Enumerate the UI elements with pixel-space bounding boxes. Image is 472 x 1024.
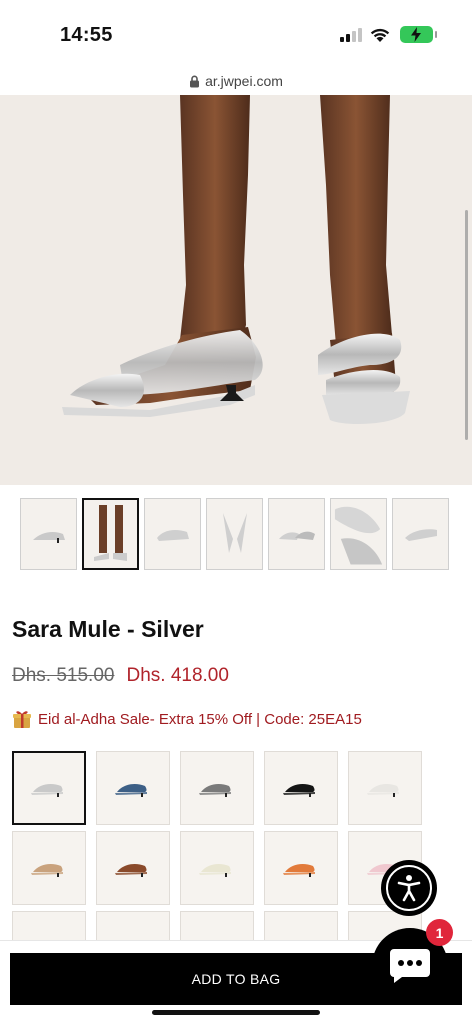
mule-cream-image (199, 864, 231, 877)
mule-black-image (283, 784, 315, 797)
color-swatch-row3[interactable] (264, 911, 338, 941)
color-swatches (12, 751, 424, 941)
original-price: Dhs. 515.00 (12, 665, 115, 686)
mule-side-thumb-image (32, 532, 65, 543)
mule-brown-image (115, 864, 147, 877)
mule-silver-image (31, 784, 63, 797)
status-time: 14:55 (60, 24, 113, 46)
accessibility-button[interactable] (381, 860, 437, 916)
home-indicator (152, 1010, 320, 1015)
thumbnail-6[interactable] (330, 498, 387, 570)
product-main-image[interactable] (0, 95, 472, 485)
price-row: Dhs. 515.00 Dhs. 418.00 (12, 665, 229, 687)
promo-banner: Eid al-Adha Sale- Extra 15% Off | Code: … (12, 709, 362, 729)
wifi-icon (370, 28, 390, 42)
chat-bubble-icon (390, 949, 430, 983)
mule-tan-image (31, 864, 63, 877)
color-swatch-brown[interactable] (96, 831, 170, 905)
thumbnail-5[interactable] (268, 498, 325, 570)
lock-icon (190, 75, 200, 87)
mule-front-thumb-image (156, 530, 189, 541)
battery-icon (400, 26, 437, 43)
gift-icon (13, 711, 31, 728)
accessibility-icon (386, 865, 432, 911)
mule-angle-thumb-image (404, 529, 437, 541)
thumbnail-3[interactable] (144, 498, 201, 570)
mule-grey-image (199, 784, 231, 797)
color-swatch-black[interactable] (264, 751, 338, 825)
color-swatch-row3[interactable] (12, 911, 86, 941)
scrollbar[interactable] (465, 210, 468, 440)
color-swatch-grey[interactable] (180, 751, 254, 825)
color-swatch-silver[interactable] (12, 751, 86, 825)
model-wearing-mules-image (62, 95, 410, 425)
thumbnail-7[interactable] (392, 498, 449, 570)
color-swatch-orange[interactable] (264, 831, 338, 905)
color-swatch-white[interactable] (348, 751, 422, 825)
promo-text: Eid al-Adha Sale- Extra 15% Off | Code: … (38, 710, 362, 728)
mule-orange-image (283, 864, 315, 877)
model-legs-thumb-image (93, 505, 127, 561)
color-swatch-cream[interactable] (180, 831, 254, 905)
chat-notification-badge: 1 (426, 919, 453, 946)
color-swatch-row3[interactable] (180, 911, 254, 941)
mule-white-image (367, 784, 399, 797)
url-text: ar.jwpei.com (205, 73, 283, 89)
mule-blue-image (115, 784, 147, 797)
thumbnail-2[interactable] (82, 498, 139, 570)
thumbnail-4[interactable] (206, 498, 263, 570)
color-swatch-tan[interactable] (12, 831, 86, 905)
mule-pair-thumb-image (278, 531, 315, 540)
mule-detail-thumb-image (334, 506, 383, 565)
color-swatch-row3[interactable] (96, 911, 170, 941)
mule-top-thumb-image (222, 513, 247, 553)
sale-price: Dhs. 418.00 (126, 665, 229, 686)
image-thumbnails (20, 498, 452, 570)
address-bar[interactable]: ar.jwpei.com (0, 70, 472, 92)
product-title: Sara Mule - Silver (12, 616, 204, 642)
color-swatch-blue[interactable] (96, 751, 170, 825)
thumbnail-1[interactable] (20, 498, 77, 570)
cellular-signal-icon (340, 28, 362, 42)
status-bar: 14:55 (0, 0, 472, 66)
